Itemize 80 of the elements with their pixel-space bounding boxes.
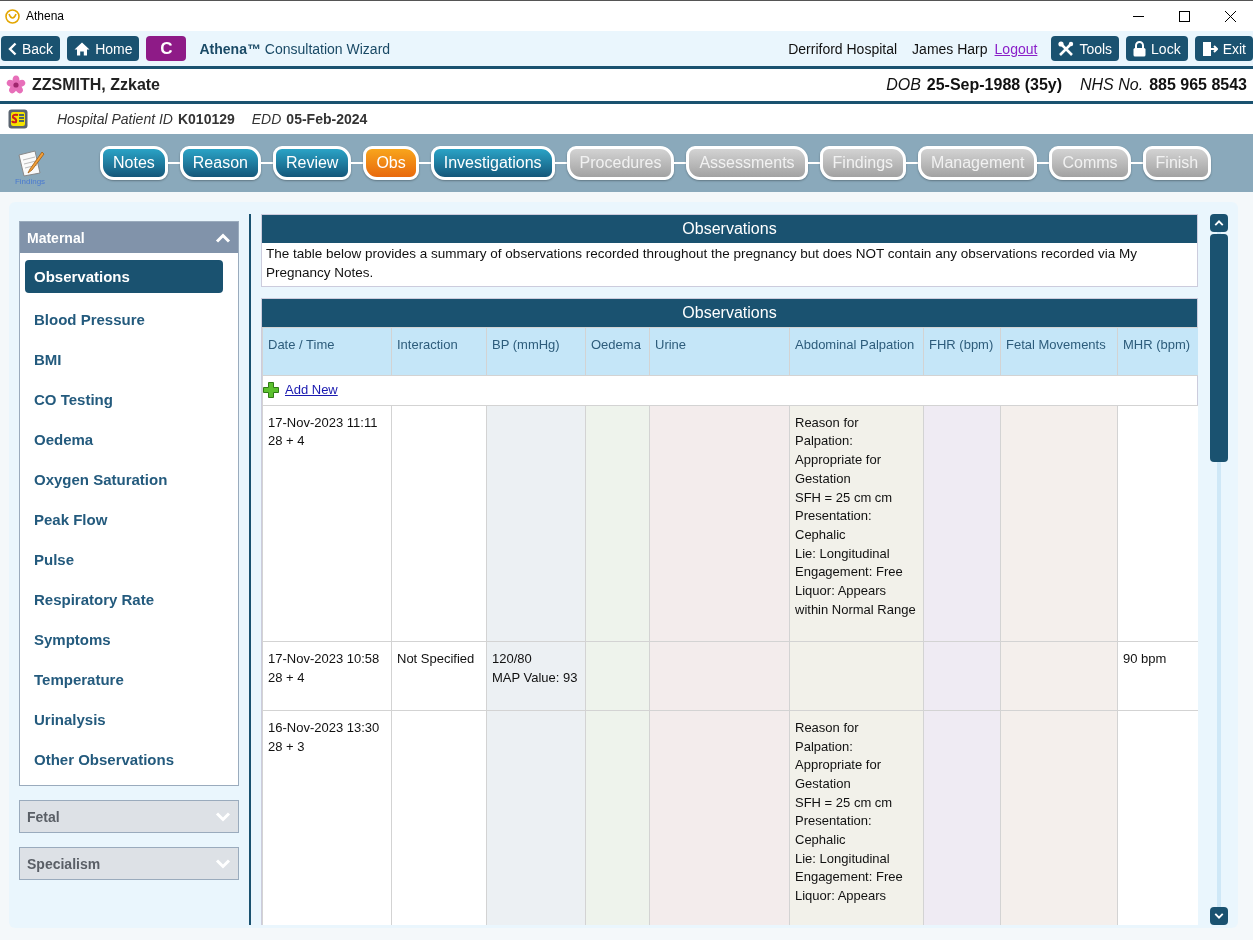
- scroll-up-button[interactable]: [1210, 214, 1228, 232]
- notepad-pencil-icon: [15, 148, 45, 177]
- hospital-name: Derriford Hospital: [788, 40, 898, 57]
- column-header: Interaction: [391, 327, 487, 376]
- exit-door-icon: [1201, 40, 1218, 57]
- flower-icon: [6, 75, 26, 95]
- scrollbar-thumb[interactable]: [1210, 234, 1228, 462]
- edd-value: 05-Feb-2024: [286, 111, 368, 127]
- sidebar-item[interactable]: Other Observations: [25, 739, 223, 779]
- home-icon: [74, 41, 91, 56]
- sidebar-item[interactable]: Symptoms: [25, 619, 223, 659]
- section-header[interactable]: Specialism: [20, 848, 238, 879]
- column-header: Abdominal Palpation: [789, 327, 924, 376]
- s-badge-icon: [8, 109, 28, 129]
- table-cell: 90 bpm: [1117, 641, 1198, 711]
- sidebar-item[interactable]: Observations: [25, 260, 223, 293]
- sidebar-item[interactable]: BMI: [25, 339, 223, 379]
- summary-text: The table below provides a summary of observations recorded throughout the pregnancy but does NOT contain any observations recorded via My Pregnancy Notes.: [265, 245, 1138, 282]
- back-button[interactable]: Back: [1, 36, 61, 61]
- dob-value: 25-Sep-1988 (35y): [926, 76, 1062, 94]
- column-header: FHR (bpm): [923, 327, 1001, 376]
- column-header: Urine: [649, 327, 790, 376]
- nhs-number-value: 885 965 8543: [1149, 76, 1247, 94]
- sidebar-item[interactable]: Urinalysis: [25, 699, 223, 739]
- wizard-step-tab[interactable]: Review: [272, 146, 352, 180]
- lock-icon: [1133, 40, 1147, 57]
- column-header: Date / Time: [262, 327, 392, 376]
- wizard-step-tab[interactable]: Notes: [100, 146, 168, 180]
- table-title: Observations: [262, 299, 1197, 327]
- chevron-down-icon: [1214, 911, 1224, 921]
- sidebar-item[interactable]: Oxygen Saturation: [25, 459, 223, 499]
- chevron-down-icon: [215, 858, 231, 869]
- column-header: BP (mmHg): [486, 327, 586, 376]
- edd-label: EDD: [251, 111, 282, 127]
- exit-button[interactable]: Exit: [1194, 36, 1253, 61]
- letter-button[interactable]: C: [146, 36, 187, 61]
- table-cell: 17-Nov-2023 10:58 28 + 4: [262, 641, 392, 711]
- close-icon: [1224, 10, 1236, 22]
- chevron-down-icon: [215, 811, 231, 822]
- column-header: MHR (bpm): [1117, 327, 1198, 376]
- chevron-up-icon: [215, 232, 231, 243]
- window-title: Athena: [26, 9, 65, 23]
- patient-id-label: Hospital Patient ID: [57, 111, 173, 127]
- table-cell: Reason for Palpation: Appropriate for Gestation SFH = 25 cm cm Presentation: Cephalic Lie: Longitudinal Engagement: Free Liquor: Appears: [789, 710, 924, 925]
- chevron-up-icon: [1214, 218, 1224, 228]
- sidebar-item[interactable]: Pulse: [25, 539, 223, 579]
- patient-name: ZZSMITH, Zzkate: [32, 76, 160, 94]
- scroll-down-button[interactable]: [1210, 907, 1228, 925]
- table-cell: Not Specified: [391, 641, 487, 711]
- table-cell: 120/80 MAP Value: 93: [486, 641, 586, 711]
- sidebar-item[interactable]: CO Testing: [25, 379, 223, 419]
- column-header: Oedema: [585, 327, 650, 376]
- section-header[interactable]: Fetal: [20, 801, 238, 832]
- sidebar-item[interactable]: Blood Pressure: [25, 299, 223, 339]
- table-cell: 16-Nov-2023 13:30 28 + 3: [262, 710, 392, 925]
- tools-button[interactable]: Tools: [1051, 36, 1120, 61]
- maximize-icon: [1178, 10, 1190, 22]
- sidebar-item[interactable]: Oedema: [25, 419, 223, 459]
- logout-link[interactable]: Logout: [994, 40, 1038, 57]
- back-chevron-icon: [8, 41, 17, 56]
- table-cell: 17-Nov-2023 11:11 28 + 4: [262, 405, 392, 642]
- table-cell: Reason for Palpation: Appropriate for Gestation SFH = 25 cm cm Presentation: Cephalic Lie: Longitudinal Engagement: Free Liquor: Appears within Normal Range: [789, 405, 924, 642]
- panel-title: Observations: [262, 215, 1197, 243]
- sidebar-item[interactable]: Peak Flow: [25, 499, 223, 539]
- tools-icon: [1058, 40, 1075, 57]
- app-logo-icon: [5, 8, 20, 24]
- wizard-step-tab[interactable]: Investigations: [430, 146, 555, 180]
- plus-icon: [263, 382, 279, 399]
- sidebar-item[interactable]: Temperature: [25, 659, 223, 699]
- wizard-step-tab[interactable]: Reason: [179, 146, 261, 180]
- user-name: James Harp: [912, 40, 988, 57]
- sidebar-item[interactable]: Respiratory Rate: [25, 579, 223, 619]
- column-header: Fetal Movements: [1000, 327, 1118, 376]
- add-new-link[interactable]: Add New: [285, 381, 338, 400]
- home-button[interactable]: Home: [67, 36, 140, 61]
- dob-label: DOB: [886, 76, 921, 94]
- patient-id-value: K010129: [177, 111, 235, 127]
- lock-button[interactable]: Lock: [1126, 36, 1188, 61]
- nhs-number-label: NHS No.: [1080, 76, 1144, 94]
- app-title: Athena™ Consultation Wizard: [199, 40, 391, 57]
